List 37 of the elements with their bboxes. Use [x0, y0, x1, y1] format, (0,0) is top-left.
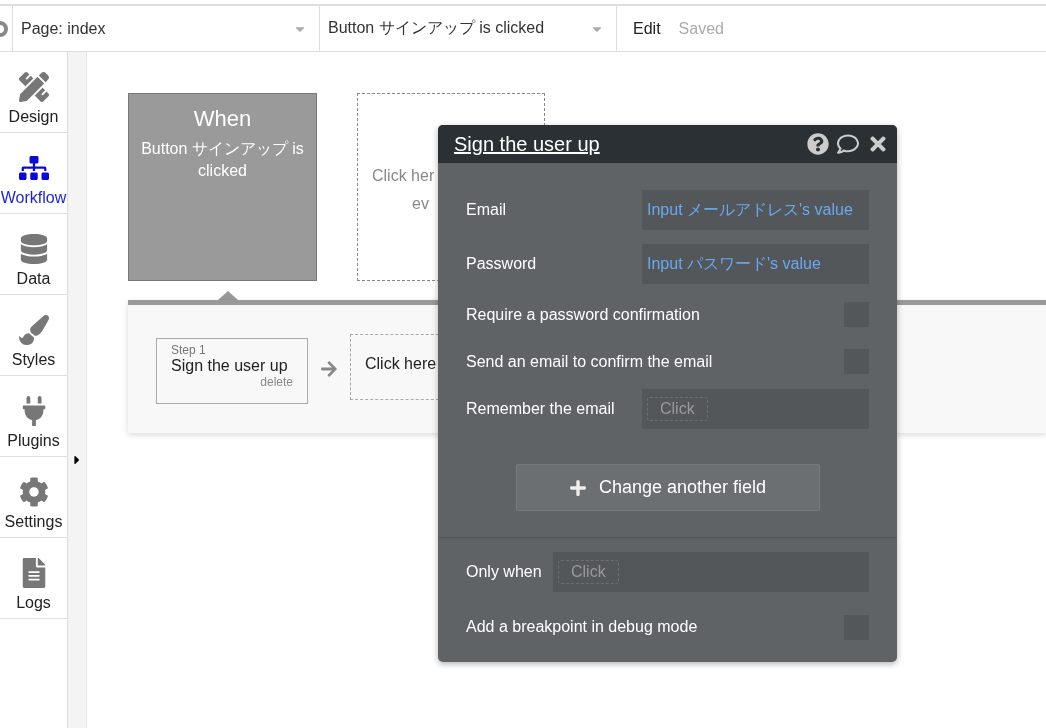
sidebar-tab[interactable]: Logs — [0, 538, 67, 619]
sidebar-tab[interactable]: Settings — [0, 457, 67, 538]
comment-icon[interactable] — [837, 133, 859, 155]
sidebar-tab[interactable]: Data — [0, 214, 67, 295]
expression-placeholder: Click — [558, 560, 619, 584]
expression-placeholder: Click — [647, 396, 708, 421]
help-icon[interactable] — [807, 133, 829, 155]
field-label: Require a password confirmation — [466, 305, 700, 324]
event-description: Button サインアップ is clicked — [140, 139, 305, 181]
sidebar-tab[interactable]: Plugins — [0, 376, 67, 457]
sidebar-tab[interactable]: Design — [0, 52, 67, 133]
arrow-right-icon — [320, 360, 338, 378]
gear-icon — [18, 477, 49, 507]
action-step[interactable]: Step 1 Sign the user up delete — [156, 338, 308, 404]
pencil-ruler-icon — [18, 72, 49, 102]
edit-menu[interactable]: Edit — [633, 19, 661, 38]
field-label: Email — [466, 201, 506, 219]
field-label: Send an email to confirm the email — [466, 352, 713, 371]
plus-icon — [568, 478, 587, 497]
add-event-text: Click her — [372, 166, 435, 186]
event-dropdown[interactable]: Button サインアップ is clicked — [319, 6, 616, 51]
paintbrush-icon — [18, 315, 49, 345]
page-dropdown[interactable]: Page: index — [12, 6, 319, 51]
change-field-button[interactable]: Change another field — [515, 464, 820, 511]
sidebar-tab[interactable]: Workflow — [0, 133, 67, 214]
field-label: Only when — [466, 563, 542, 581]
add-event-text: ev — [412, 194, 429, 214]
field-label: Add a breakpoint in debug mode — [466, 618, 698, 636]
event-title: When — [193, 106, 252, 132]
save-status: Saved — [678, 19, 724, 38]
step-title: Sign the user up — [171, 357, 289, 375]
sidebar-tab[interactable]: Styles — [0, 295, 67, 376]
step-number: Step 1 — [171, 343, 207, 357]
sitemap-icon — [18, 153, 49, 183]
field-label: Password — [466, 255, 537, 273]
field-label: Remember the email — [466, 399, 615, 418]
database-icon — [18, 234, 49, 264]
